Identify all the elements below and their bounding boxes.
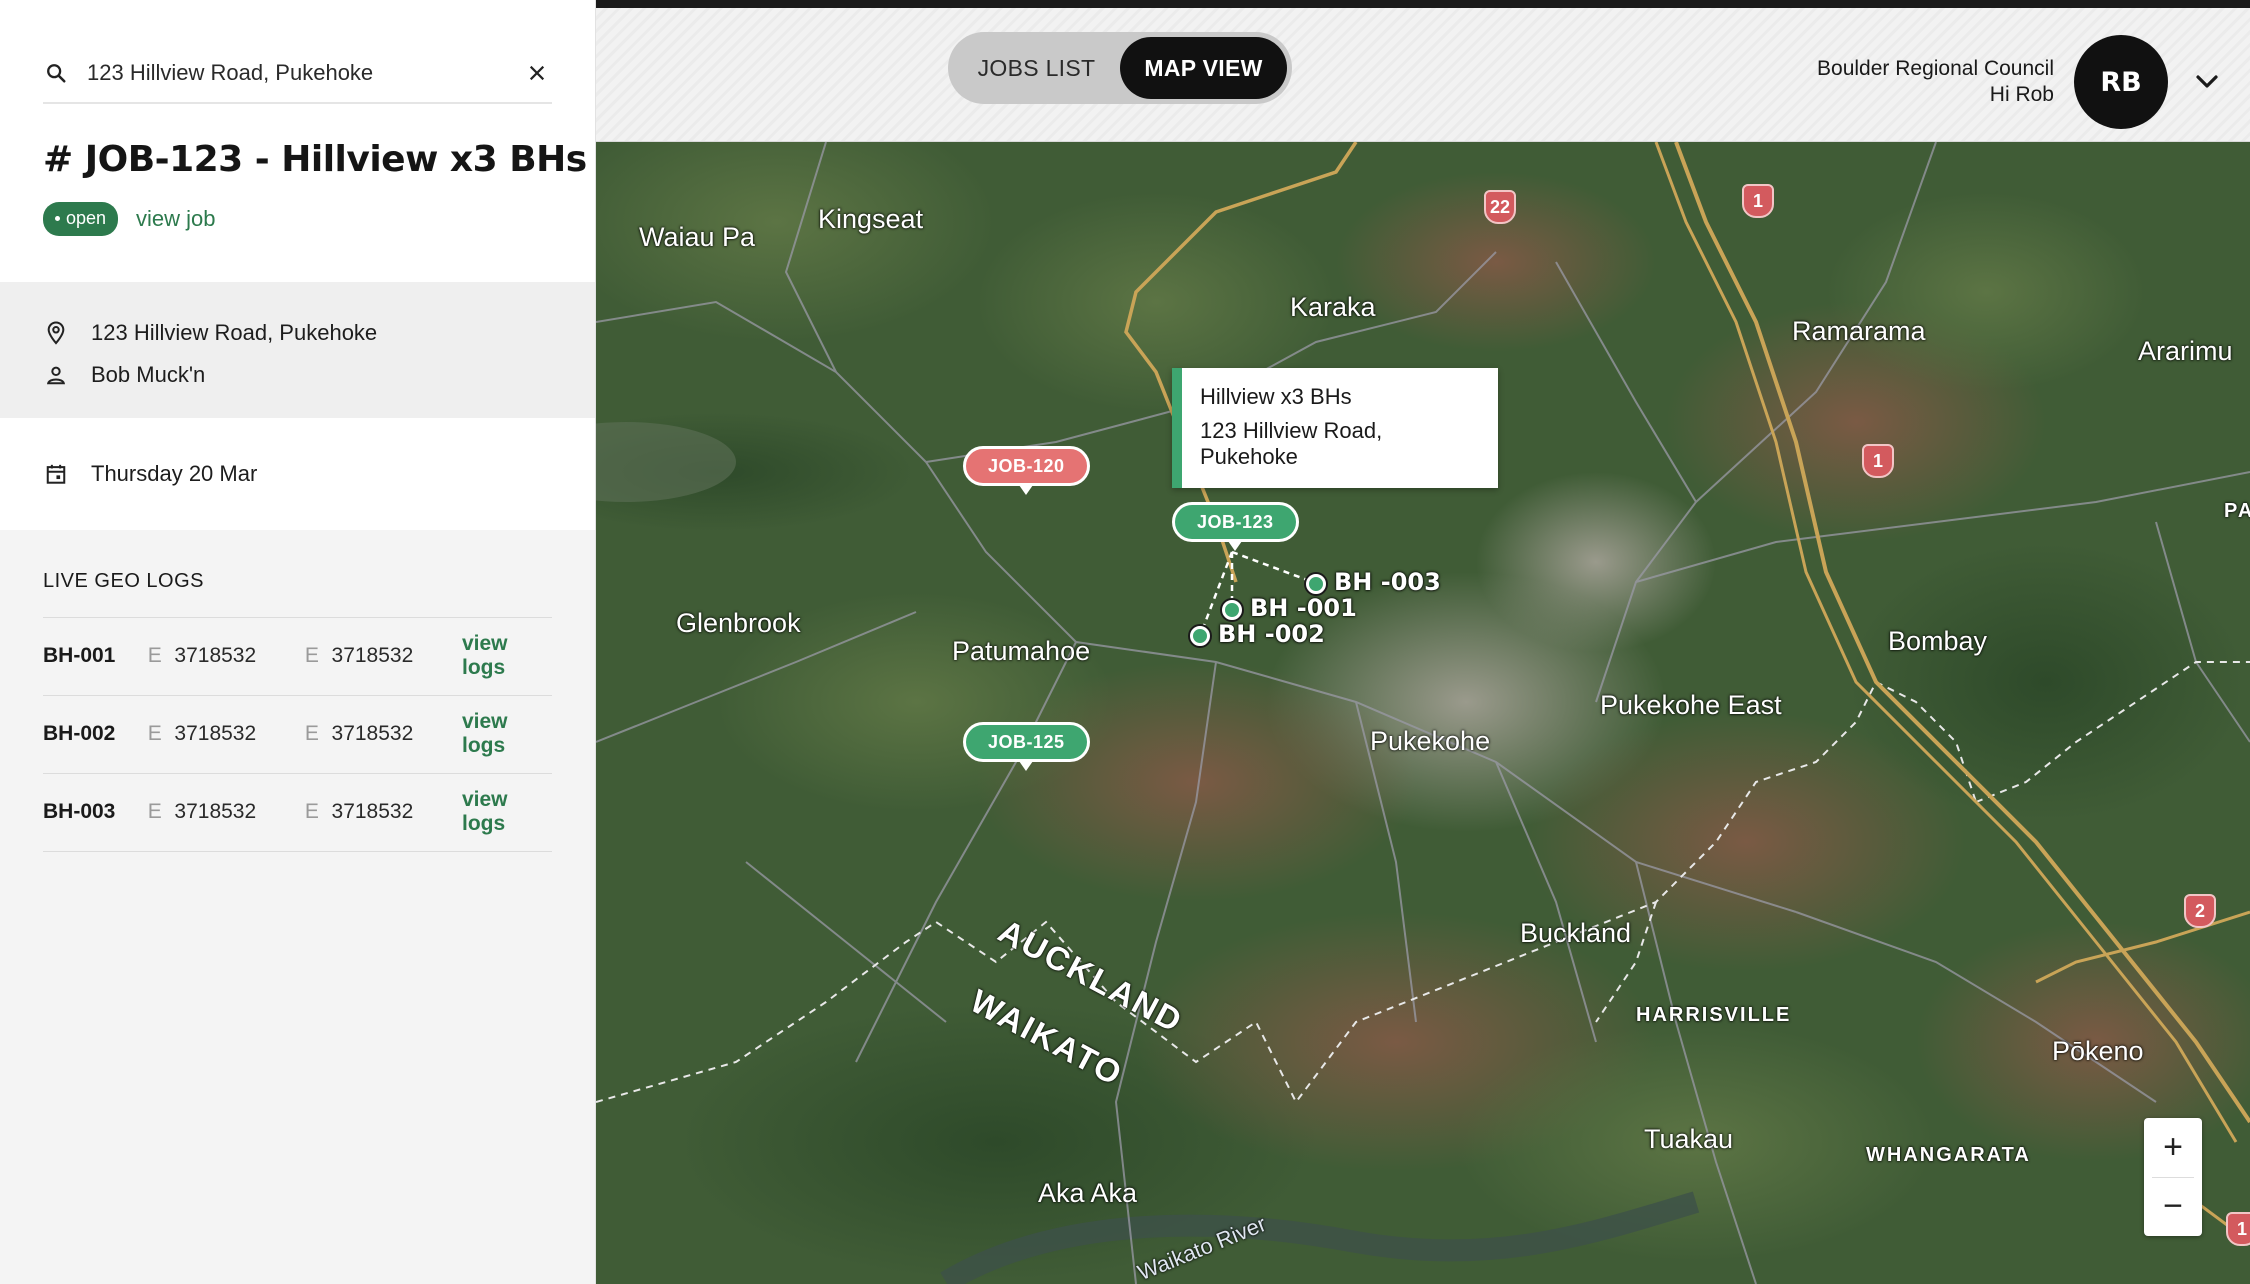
easting-label: E (147, 722, 162, 746)
view-logs-link[interactable]: view logs (462, 632, 552, 680)
zoom-controls: + − (2144, 1118, 2202, 1236)
tab-jobs-list[interactable]: JOBS LIST (953, 37, 1120, 99)
borehole-label: BH -002 (1218, 620, 1325, 648)
zoom-out-button[interactable]: − (2144, 1178, 2202, 1237)
tab-map-view[interactable]: MAP VIEW (1120, 37, 1287, 99)
popup-title: Hillview x3 BHs (1200, 384, 1352, 409)
clear-search-button[interactable] (522, 58, 552, 88)
view-logs-link[interactable]: view logs (462, 710, 552, 758)
geo-logs-title: LIVE GEO LOGS (43, 570, 552, 618)
status-dot (55, 215, 60, 221)
easting-label: E (304, 722, 319, 746)
close-icon (529, 65, 545, 81)
search-icon (43, 60, 69, 86)
job-title: # JOB-123 - Hillview x3 BHs (43, 139, 587, 180)
status-badge: open (43, 201, 119, 236)
easting-label: E (304, 800, 319, 824)
zoom-in-button[interactable]: + (2144, 1118, 2202, 1177)
geo-log-row: BH-001 E 3718532 E 3718532 view logs (43, 618, 552, 696)
status-label: open (66, 207, 107, 228)
easting-value: 3718532 (331, 722, 414, 746)
chevron-down-icon[interactable] (2190, 65, 2224, 99)
top-accent-bar (596, 0, 2250, 8)
job-address: 123 Hillview Road, Pukehoke (91, 319, 378, 345)
location-pin-icon (43, 320, 69, 346)
borehole-id: BH-003 (43, 800, 116, 824)
search-bar[interactable]: 123 Hillview Road, Pukehoke (43, 58, 552, 104)
live-geo-logs: LIVE GEO LOGS BH-001 E 3718532 E 3718532… (0, 530, 595, 852)
app-header: JOBS LIST MAP VIEW Boulder Regional Coun… (596, 8, 2250, 142)
job-details: 123 Hillview Road, Pukehoke Bob Muck'n (0, 281, 595, 418)
popup-address: 123 Hillview Road, Pukehoke (1200, 418, 1383, 469)
job-date: Thursday 20 Mar (91, 460, 258, 486)
user-menu: Boulder Regional Council Hi Rob RB (1817, 35, 2218, 129)
user-greeting: Hi Rob (1989, 83, 2054, 106)
easting-label: E (147, 644, 162, 668)
borehole-marker-002[interactable] (1190, 626, 1210, 646)
avatar[interactable]: RB (2074, 35, 2168, 129)
job-pin-123[interactable]: JOB-123 (1172, 502, 1299, 551)
job-summary: 123 Hillview Road, Pukehoke # JOB-123 - … (0, 0, 595, 282)
easting-label: E (147, 800, 162, 824)
easting-value: 3718532 (174, 722, 257, 746)
easting-value: 3718532 (174, 800, 257, 824)
easting-label: E (304, 644, 319, 668)
borehole-label: BH -003 (1334, 568, 1441, 596)
view-toggle: JOBS LIST MAP VIEW (948, 32, 1292, 104)
person-icon (43, 362, 69, 388)
user-organisation: Boulder Regional Council (1817, 57, 2054, 80)
easting-value: 3718532 (331, 800, 414, 824)
borehole-connectors (1198, 550, 1319, 637)
job-pin-125[interactable]: JOB-125 (963, 722, 1090, 771)
job-sidebar: 123 Hillview Road, Pukehoke # JOB-123 - … (0, 0, 596, 1284)
view-logs-link[interactable]: view logs (462, 788, 552, 836)
borehole-marker-003[interactable] (1306, 574, 1326, 594)
job-schedule: Thursday 20 Mar (0, 417, 595, 530)
easting-value: 3718532 (331, 644, 414, 668)
geo-log-row: BH-003 E 3718532 E 3718532 view logs (43, 774, 552, 852)
search-input[interactable]: 123 Hillview Road, Pukehoke (87, 60, 522, 86)
borehole-label: BH -001 (1250, 594, 1357, 622)
easting-value: 3718532 (174, 644, 257, 668)
borehole-id: BH-002 (43, 722, 116, 746)
geo-log-row: BH-002 E 3718532 E 3718532 view logs (43, 696, 552, 774)
view-job-link[interactable]: view job (136, 206, 215, 232)
borehole-id: BH-001 (43, 644, 116, 668)
job-contact: Bob Muck'n (91, 361, 206, 387)
job-popup[interactable]: Hillview x3 BHs 123 Hillview Road, Pukeh… (1172, 368, 1498, 488)
calendar-icon (43, 461, 69, 487)
map-canvas[interactable]: 22 1 1 2 1 Waiau Pa Kingseat Karaka Rama… (596, 142, 2250, 1284)
borehole-marker-001[interactable] (1222, 600, 1242, 620)
job-pin-120[interactable]: JOB-120 (963, 446, 1090, 495)
